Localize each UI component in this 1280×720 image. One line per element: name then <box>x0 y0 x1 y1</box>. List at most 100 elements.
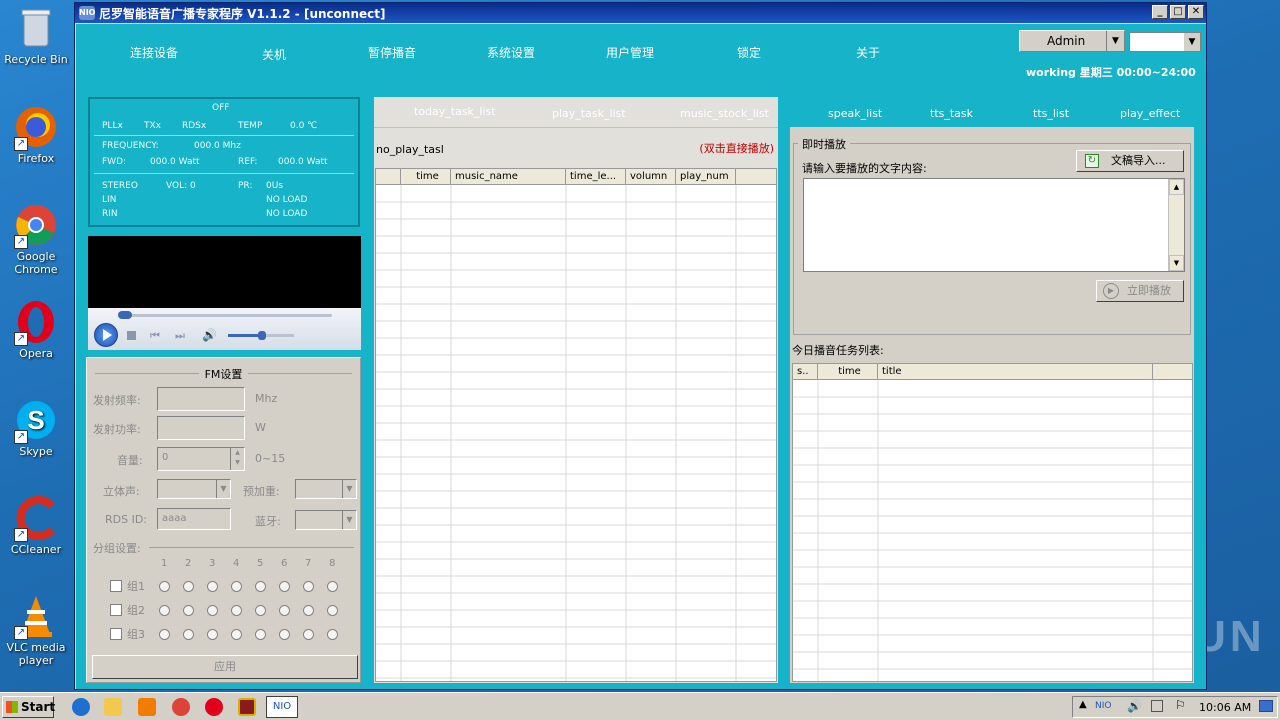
menu-lock[interactable]: 锁定 <box>699 44 799 61</box>
chrome-icon[interactable]: ↗ Google Chrome <box>3 203 69 276</box>
preemph-select[interactable]: ▼ <box>295 479 357 499</box>
group-radio[interactable] <box>327 605 338 616</box>
freq-input[interactable] <box>157 387 245 411</box>
clock[interactable]: 10:06 AM <box>1199 701 1251 714</box>
volume-icon[interactable]: 🔊 <box>202 328 217 342</box>
flag-icon[interactable]: ⚐ <box>1175 698 1186 712</box>
close-button[interactable]: ✕ <box>1188 5 1204 19</box>
group-radio[interactable] <box>183 629 194 640</box>
previous-icon[interactable]: ⏮ <box>150 329 160 343</box>
opera-icon[interactable]: ↗ Opera <box>3 300 69 360</box>
tab-music-stock-list[interactable]: music_stock_list <box>680 107 769 120</box>
scrollbar[interactable]: ▲ ▼ <box>1168 179 1184 271</box>
import-document-button[interactable]: ↻ 文稿导入... <box>1076 150 1184 172</box>
group-radio[interactable] <box>279 605 290 616</box>
group-radio[interactable] <box>327 629 338 640</box>
firefox-icon[interactable]: ↗ Firefox <box>3 105 69 165</box>
start-button[interactable]: Start <box>2 696 55 718</box>
tab-tts-list[interactable]: tts_list <box>1033 107 1069 120</box>
vlc-icon[interactable]: ↗ VLC media player <box>3 594 69 667</box>
group-radio[interactable] <box>207 581 218 592</box>
recycle-bin-icon[interactable]: Recycle Bin <box>3 6 69 66</box>
user-dropdown[interactable]: Admin ▼ <box>1019 30 1125 52</box>
ccleaner-icon[interactable]: ↗ CCleaner <box>3 496 69 556</box>
col-header-time-length[interactable]: time_le... <box>566 169 626 184</box>
group-radio[interactable] <box>255 629 266 640</box>
power-input[interactable] <box>157 416 245 440</box>
stop-icon[interactable] <box>127 331 136 340</box>
tab-play-task-list[interactable]: play_task_list <box>552 107 626 120</box>
col-header-music-name[interactable]: music_name <box>451 169 566 184</box>
menu-shutdown[interactable]: 关机 <box>224 46 324 63</box>
tab-tts-task[interactable]: tts_task <box>930 107 973 120</box>
volume-slider[interactable] <box>228 331 294 340</box>
group-radio[interactable] <box>255 605 266 616</box>
group-radio[interactable] <box>231 605 242 616</box>
nio-tray-icon[interactable]: NIO <box>1095 701 1111 711</box>
minimize-button[interactable]: _ <box>1152 5 1168 19</box>
col-header-status[interactable]: s.. <box>793 364 818 379</box>
media-player-icon[interactable] <box>138 698 156 716</box>
group-radio[interactable] <box>279 581 290 592</box>
group-radio[interactable] <box>159 581 170 592</box>
stepper-arrows[interactable]: ▲ ▼ <box>230 448 244 470</box>
tab-today-task-list[interactable]: today_task_list <box>414 105 496 118</box>
group-radio[interactable] <box>303 629 314 640</box>
rds-input[interactable]: aaaa <box>157 508 231 530</box>
today-task-grid[interactable]: s.. time title <box>792 363 1193 682</box>
nio-task-button[interactable]: NIO <box>266 696 298 718</box>
col-header-time[interactable]: time <box>401 169 451 184</box>
maximize-button[interactable]: □ <box>1170 5 1186 19</box>
group-radio[interactable] <box>279 629 290 640</box>
show-desktop-icon[interactable] <box>1259 700 1273 712</box>
stereo-select[interactable]: ▼ <box>157 479 231 499</box>
group-radio[interactable] <box>303 581 314 592</box>
col-header[interactable] <box>376 169 401 184</box>
group-radio[interactable] <box>207 629 218 640</box>
group-radio[interactable] <box>183 605 194 616</box>
group-radio[interactable] <box>183 581 194 592</box>
col-header-time[interactable]: time <box>818 364 878 379</box>
chrome-taskbar-icon[interactable] <box>172 698 190 716</box>
chevron-up-icon[interactable]: ▲ <box>1079 699 1087 710</box>
menu-system-settings[interactable]: 系统设置 <box>461 44 561 61</box>
winrar-icon[interactable] <box>238 698 256 716</box>
col-header-play-num[interactable]: play_num <box>676 169 736 184</box>
title-bar[interactable]: NIO 尼罗智能语音广播专家程序 V1.1.2 - [unconnect] _ … <box>75 3 1206 23</box>
network-icon[interactable] <box>1151 700 1163 712</box>
speech-textarea[interactable]: ▲ ▼ <box>803 178 1185 272</box>
play-task-grid[interactable]: time music_name time_le... volumn play_n… <box>375 168 777 682</box>
group-checkbox[interactable] <box>110 580 122 592</box>
group-radio[interactable] <box>231 629 242 640</box>
speaker-icon[interactable]: 🔊 <box>1127 699 1142 713</box>
next-icon[interactable]: ⏭ <box>175 329 185 343</box>
col-header-title[interactable]: title <box>878 364 1153 379</box>
internet-explorer-icon[interactable] <box>72 698 90 716</box>
group-radio[interactable] <box>231 581 242 592</box>
bluetooth-select[interactable]: ▼ <box>295 510 357 530</box>
file-explorer-icon[interactable] <box>104 698 122 716</box>
opera-taskbar-icon[interactable] <box>205 698 223 716</box>
group-radio[interactable] <box>303 605 314 616</box>
group-radio[interactable] <box>207 605 218 616</box>
play-now-button[interactable]: ▶ 立即播放 <box>1096 280 1184 302</box>
combo-box[interactable]: ▼ <box>1129 32 1201 52</box>
seek-bar[interactable] <box>118 311 332 319</box>
volume-stepper[interactable]: 0 ▲ ▼ <box>157 447 245 471</box>
group-checkbox[interactable] <box>110 604 122 616</box>
tab-speak-list[interactable]: speak_list <box>828 107 882 120</box>
group-radio[interactable] <box>327 581 338 592</box>
group-radio[interactable] <box>159 629 170 640</box>
menu-connect-device[interactable]: 连接设备 <box>104 44 204 61</box>
menu-about[interactable]: 关于 <box>818 44 918 61</box>
tab-play-effect[interactable]: play_effect <box>1120 107 1180 120</box>
skype-icon[interactable]: S ↗ Skype <box>3 398 69 458</box>
apply-button[interactable]: 应用 <box>92 655 358 679</box>
seek-thumb[interactable] <box>118 311 132 319</box>
group-checkbox[interactable] <box>110 628 122 640</box>
group-radio[interactable] <box>159 605 170 616</box>
col-header-volume[interactable]: volumn <box>626 169 676 184</box>
play-button[interactable] <box>94 323 118 347</box>
menu-pause-broadcast[interactable]: 暂停播音 <box>342 44 442 61</box>
group-radio[interactable] <box>255 581 266 592</box>
